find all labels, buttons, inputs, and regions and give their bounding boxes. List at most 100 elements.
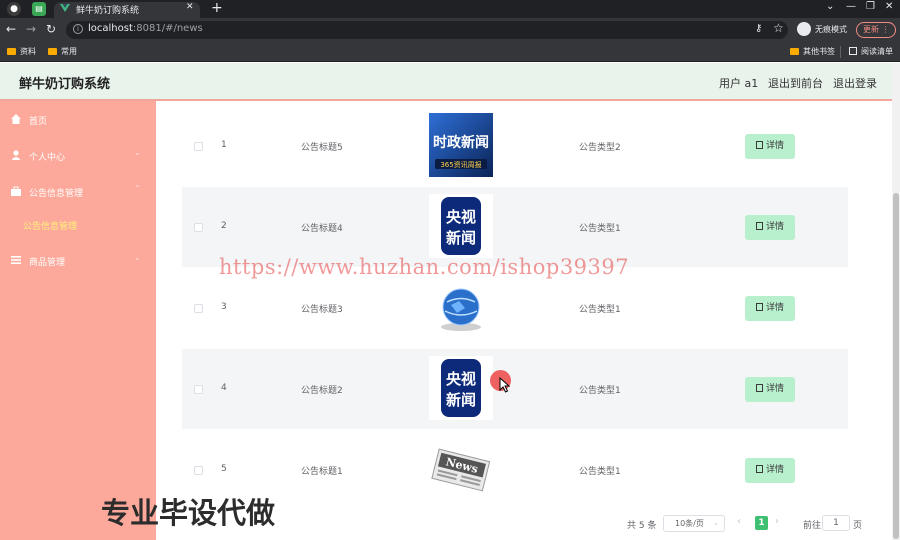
sidebar-subitem-notice-manage[interactable]: 公告信息管理 bbox=[23, 219, 77, 232]
tab-title: 鲜牛奶订购系统 bbox=[76, 6, 140, 16]
detail-button[interactable]: 详情 bbox=[745, 134, 795, 159]
app-header: 鲜牛奶订购系统 用户 a1 退出到前台 退出登录 bbox=[0, 63, 892, 101]
row-index: 1 bbox=[221, 140, 227, 150]
next-page-icon[interactable]: › bbox=[775, 516, 779, 527]
caption-text: 专业毕设代做 bbox=[101, 496, 276, 530]
tab-favicon-icon[interactable]: ▤ bbox=[32, 2, 46, 16]
folder-icon bbox=[7, 48, 16, 55]
restore-icon[interactable]: ❐ bbox=[866, 1, 875, 12]
mouse-cursor-icon bbox=[499, 377, 511, 393]
svg-text:新闻: 新闻 bbox=[446, 391, 476, 409]
folder-icon bbox=[48, 48, 57, 55]
table-row: 1 公告标题5 时政新闻 365资讯周报 公告类型2 详情 bbox=[182, 106, 848, 186]
back-icon[interactable]: ← bbox=[6, 22, 16, 36]
sidebar-item-label: 首页 bbox=[29, 117, 48, 127]
svg-text:央视: 央视 bbox=[446, 208, 476, 226]
sidebar-item-home[interactable]: 首页 bbox=[0, 105, 156, 135]
document-icon bbox=[755, 222, 763, 230]
row-title: 公告标题3 bbox=[301, 305, 343, 315]
minimize-icon[interactable]: — bbox=[846, 1, 856, 12]
site-info-icon[interactable]: i bbox=[73, 24, 83, 34]
watermark-text: https://www.huzhan.com/ishop39397 bbox=[219, 255, 630, 279]
row-type: 公告类型1 bbox=[579, 305, 621, 315]
sidebar-item-notices[interactable]: 公告信息管理 ⌃ bbox=[0, 177, 156, 207]
news-thumb-paper: News bbox=[431, 448, 491, 492]
reload-icon[interactable]: ↻ bbox=[46, 22, 56, 36]
detail-button[interactable]: 详情 bbox=[745, 215, 795, 240]
row-type: 公告类型1 bbox=[579, 224, 621, 234]
chevron-down-icon: ⌄ bbox=[134, 253, 141, 262]
news-thumb-globe bbox=[441, 288, 481, 331]
list-icon bbox=[11, 256, 21, 264]
row-index: 5 bbox=[221, 464, 227, 474]
scrollbar-thumb[interactable] bbox=[893, 193, 899, 539]
document-icon bbox=[755, 141, 763, 149]
globe-icon[interactable]: ● bbox=[7, 2, 21, 16]
bookmark-folder[interactable]: 常用 bbox=[48, 46, 77, 57]
logout-link[interactable]: 退出登录 bbox=[833, 75, 877, 91]
home-icon bbox=[11, 114, 21, 124]
goto-page-input[interactable]: 1 bbox=[822, 515, 850, 531]
detail-button[interactable]: 详情 bbox=[745, 377, 795, 402]
row-type: 公告类型2 bbox=[579, 143, 621, 153]
window-close-icon[interactable]: ✕ bbox=[885, 1, 893, 12]
page-size-select[interactable]: 10条/页 ⌄ bbox=[663, 515, 725, 532]
detail-button[interactable]: 详情 bbox=[745, 296, 795, 321]
sidebar: 首页 个人中心 ⌄ 公告信息管理 ⌃ 公告信息管理 商品管理 ⌄ bbox=[0, 101, 156, 540]
row-checkbox[interactable] bbox=[194, 385, 203, 394]
news-thumb-cctv: 央视 新闻 bbox=[429, 356, 493, 420]
key-icon[interactable]: ⚷ bbox=[755, 23, 762, 34]
reading-list[interactable]: 阅读清单 bbox=[849, 46, 893, 57]
new-tab-icon[interactable]: + bbox=[211, 0, 223, 16]
row-checkbox[interactable] bbox=[194, 223, 203, 232]
chevron-down-icon: ⌄ bbox=[134, 148, 141, 157]
url-text[interactable]: localhost:8081/#/news bbox=[88, 23, 203, 34]
row-checkbox[interactable] bbox=[194, 304, 203, 313]
sidebar-item-profile[interactable]: 个人中心 ⌄ bbox=[0, 141, 156, 171]
folder-icon bbox=[790, 48, 799, 55]
sidebar-item-products[interactable]: 商品管理 ⌄ bbox=[0, 246, 156, 276]
divider bbox=[840, 46, 841, 58]
svg-text:新闻: 新闻 bbox=[446, 229, 476, 247]
document-icon bbox=[755, 384, 763, 392]
scrollbar[interactable] bbox=[892, 63, 900, 540]
document-icon bbox=[755, 465, 763, 473]
chevron-down-icon[interactable]: ⌄ bbox=[826, 1, 834, 12]
tab-close-icon[interactable]: ✕ bbox=[186, 2, 194, 12]
row-checkbox[interactable] bbox=[194, 142, 203, 151]
sidebar-item-label: 个人中心 bbox=[29, 153, 66, 163]
incognito-icon[interactable] bbox=[797, 22, 811, 36]
star-icon[interactable]: ☆ bbox=[773, 21, 784, 35]
table-row: 4 公告标题2 央视 新闻 公告类型1 详情 bbox=[182, 349, 848, 429]
row-checkbox[interactable] bbox=[194, 466, 203, 475]
news-thumb-shizheng: 时政新闻 365资讯周报 bbox=[429, 113, 493, 177]
browser-tabstrip: ● ▤ 鲜牛奶订购系统 ✕ + ⌄ — ❐ ✕ bbox=[0, 0, 900, 18]
row-type: 公告类型1 bbox=[579, 467, 621, 477]
main-content: 1 公告标题5 时政新闻 365资讯周报 公告类型2 详情 2 公告标题4 央视 bbox=[156, 101, 892, 540]
svg-text:365资讯周报: 365资讯周报 bbox=[440, 160, 481, 169]
prev-page-icon[interactable]: ‹ bbox=[737, 516, 741, 527]
incognito-label: 无痕模式 bbox=[815, 25, 847, 34]
row-type: 公告类型1 bbox=[579, 386, 621, 396]
page-number-current[interactable]: 1 bbox=[755, 516, 768, 530]
svg-text:央视: 央视 bbox=[446, 370, 476, 388]
row-title: 公告标题5 bbox=[301, 143, 343, 153]
row-title: 公告标题4 bbox=[301, 224, 343, 234]
update-button[interactable]: 更新 ⋮ bbox=[856, 22, 896, 38]
page-unit-label: 页 bbox=[853, 521, 863, 531]
bookmark-folder[interactable]: 资料 bbox=[7, 46, 36, 57]
other-bookmarks[interactable]: 其他书签 bbox=[790, 46, 835, 57]
detail-button[interactable]: 详情 bbox=[745, 458, 795, 483]
table-row: 5 公告标题1 News 公告类型1 详情 bbox=[182, 430, 848, 510]
pagination-total: 共 5 条 bbox=[627, 521, 657, 531]
current-user: 用户 a1 bbox=[719, 77, 759, 90]
row-index: 4 bbox=[221, 383, 227, 393]
row-title: 公告标题1 bbox=[301, 467, 343, 477]
forward-icon[interactable]: → bbox=[26, 22, 36, 36]
row-index: 3 bbox=[221, 302, 227, 312]
app-title: 鲜牛奶订购系统 bbox=[19, 77, 111, 92]
chevron-down-icon: ⌄ bbox=[713, 519, 719, 527]
goto-label: 前往 bbox=[803, 521, 822, 531]
exit-to-front-link[interactable]: 退出到前台 bbox=[768, 75, 823, 91]
news-thumb-cctv: 央视 新闻 bbox=[429, 194, 493, 258]
